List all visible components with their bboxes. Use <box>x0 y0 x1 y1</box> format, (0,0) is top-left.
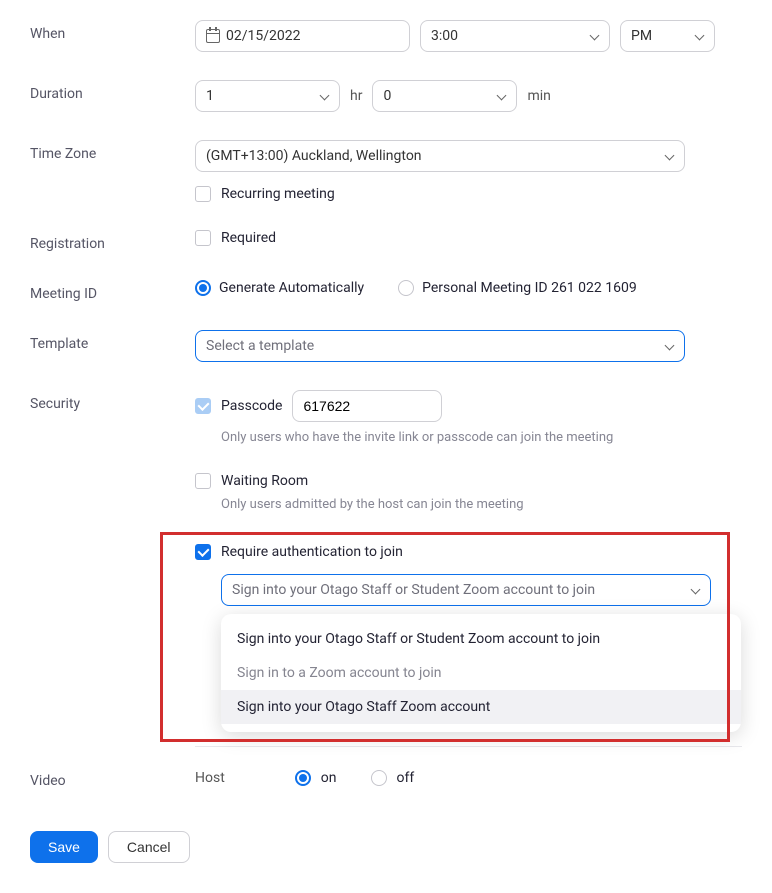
chevron-down-icon <box>589 31 599 41</box>
chevron-down-icon <box>690 585 700 595</box>
date-picker[interactable]: 02/15/2022 <box>195 20 410 52</box>
template-label: Template <box>30 330 195 352</box>
chevron-down-icon <box>496 91 506 101</box>
auth-option-otago-staff[interactable]: Sign into your Otago Staff Zoom account <box>221 690 741 724</box>
waiting-room-checkbox[interactable] <box>195 473 211 489</box>
auth-option-any-zoom[interactable]: Sign in to a Zoom account to join <box>221 656 741 690</box>
require-auth-checkbox[interactable] <box>195 544 211 560</box>
recurring-label: Recurring meeting <box>221 186 335 202</box>
recurring-checkbox[interactable] <box>195 186 211 202</box>
meeting-id-label: Meeting ID <box>30 280 195 302</box>
registration-label: Registration <box>30 230 195 252</box>
save-button[interactable]: Save <box>30 831 98 863</box>
duration-minutes-select[interactable]: 0 <box>372 80 517 112</box>
passcode-input[interactable] <box>292 390 442 422</box>
video-label: Video <box>30 767 195 789</box>
registration-required-label: Required <box>221 230 276 246</box>
date-value: 02/15/2022 <box>226 28 301 44</box>
video-host-on-radio[interactable] <box>295 770 311 786</box>
passcode-checkbox[interactable] <box>195 398 211 414</box>
video-host-off-radio[interactable] <box>371 770 387 786</box>
hr-unit: hr <box>350 88 362 104</box>
ampm-value: PM <box>631 28 652 44</box>
meeting-id-personal-label: Personal Meeting ID 261 022 1609 <box>422 280 637 296</box>
video-on-label: on <box>321 770 337 786</box>
auth-dropdown-panel: Sign into your Otago Staff or Student Zo… <box>221 614 741 732</box>
video-host-label: Host <box>195 770 225 786</box>
template-select[interactable]: Select a template <box>195 330 685 362</box>
chevron-down-icon <box>664 341 674 351</box>
registration-required-checkbox[interactable] <box>195 230 211 246</box>
calendar-icon <box>206 29 220 43</box>
auth-selected-value: Sign into your Otago Staff or Student Zo… <box>232 582 595 598</box>
timezone-label: Time Zone <box>30 140 195 162</box>
when-label: When <box>30 20 195 42</box>
require-auth-label: Require authentication to join <box>221 544 403 560</box>
auth-option-otago-staff-student[interactable]: Sign into your Otago Staff or Student Zo… <box>221 622 741 656</box>
waiting-room-label: Waiting Room <box>221 473 308 489</box>
waiting-room-helper: Only users admitted by the host can join… <box>221 497 742 512</box>
timezone-select[interactable]: (GMT+13:00) Auckland, Wellington <box>195 140 685 172</box>
duration-hours-value: 1 <box>206 88 214 104</box>
duration-hours-select[interactable]: 1 <box>195 80 340 112</box>
chevron-down-icon <box>664 151 674 161</box>
time-value: 3:00 <box>431 28 458 44</box>
auth-method-select[interactable]: Sign into your Otago Staff or Student Zo… <box>221 574 711 606</box>
meeting-id-personal-radio[interactable] <box>398 280 414 296</box>
time-select[interactable]: 3:00 <box>420 20 610 52</box>
cancel-button[interactable]: Cancel <box>108 831 190 863</box>
meeting-id-auto-label: Generate Automatically <box>219 280 364 296</box>
meeting-id-auto-radio[interactable] <box>195 280 211 296</box>
passcode-label: Passcode <box>221 398 282 414</box>
chevron-down-icon <box>319 91 329 101</box>
duration-label: Duration <box>30 80 195 102</box>
template-placeholder: Select a template <box>206 338 314 354</box>
security-label: Security <box>30 390 195 412</box>
passcode-helper: Only users who have the invite link or p… <box>221 430 742 445</box>
ampm-select[interactable]: PM <box>620 20 715 52</box>
divider <box>195 746 742 747</box>
min-unit: min <box>527 88 550 104</box>
timezone-value: (GMT+13:00) Auckland, Wellington <box>206 148 422 164</box>
chevron-down-icon <box>694 31 704 41</box>
video-off-label: off <box>397 770 415 786</box>
duration-minutes-value: 0 <box>383 88 391 104</box>
